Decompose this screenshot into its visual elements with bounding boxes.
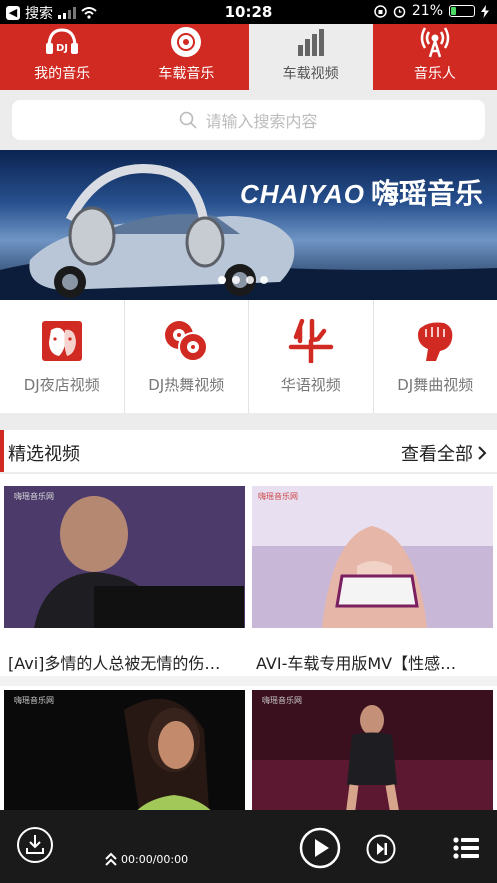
category-label: 华语视频 [280,376,341,394]
video-thumbnail: 嗨瑶音乐网 [4,486,245,628]
battery-icon [449,5,475,17]
search-placeholder: 请输入搜索内容 [205,112,318,131]
video-title: AVI-车载专用版MV【性感… [256,654,457,673]
disc-icon [169,25,203,59]
view-all-link[interactable]: 查看全部 [401,440,487,466]
category-label: DJ夜店视频 [23,376,100,394]
tab-label: 音乐人 [413,66,456,82]
row-divider [0,676,497,686]
category-dj-dance-music-video[interactable]: DJ舞曲视频 [374,300,497,413]
category-dj-club-video[interactable]: DJ夜店视频 [0,300,125,413]
tab-car-music[interactable]: 车载音乐 [124,24,248,90]
view-all-label: 查看全部 [401,444,473,465]
download-icon [17,827,53,863]
alarm-icon [393,5,406,18]
banner-dot[interactable] [218,276,226,284]
banner-brand: CHAIYAO 嗨瑶音乐 [240,172,483,212]
video-title: [Avi]多情的人总被无情的伤… [8,654,221,673]
next-track-button[interactable] [366,834,396,864]
svg-text:嗨瑶音乐网: 嗨瑶音乐网 [258,491,298,501]
section-title: 精选视频 [8,444,80,465]
orientation-lock-icon [374,4,387,18]
tab-my-music[interactable]: DJ 我的音乐 [0,24,124,90]
category-dj-dance-video[interactable]: DJ热舞视频 [125,300,249,413]
banner-dot[interactable] [232,276,240,284]
category-label: DJ舞曲视频 [397,376,474,394]
faces-icon [39,318,85,364]
tab-label: 车载视频 [282,66,339,82]
banner-dot[interactable] [246,276,254,284]
tab-musician[interactable]: 音乐人 [373,24,497,90]
svg-text:嗨瑶音乐网: 嗨瑶音乐网 [14,695,54,705]
search-input[interactable]: 请输入搜索内容 [12,100,485,140]
bar-chart-icon [294,25,328,59]
expand-up-icon [105,852,117,866]
tab-label: 我的音乐 [34,66,91,82]
hua-character-icon [288,318,334,364]
battery-level [451,7,456,15]
tab-car-video[interactable]: 车载视频 [248,24,373,90]
app-screen: ◀ 搜索 10:28 21% DJ 我的音乐 车载音乐 车载视频 音乐人 请输入… [0,0,497,883]
top-tab-bar: DJ 我的音乐 车载音乐 车载视频 音乐人 [0,24,497,90]
play-button[interactable] [299,827,341,869]
search-area: 请输入搜索内容 [0,90,497,150]
status-bar: ◀ 搜索 10:28 21% [0,0,497,24]
svg-text:嗨瑶音乐网: 嗨瑶音乐网 [262,695,302,705]
section-accent-bar [0,430,4,472]
charging-icon [481,4,489,18]
category-row: DJ夜店视频 DJ热舞视频 华语视频 DJ舞曲视频 [0,300,497,413]
svg-text:嗨瑶音乐网: 嗨瑶音乐网 [14,491,54,501]
playlist-icon [453,837,479,859]
fist-icon [412,318,458,364]
svg-text:DJ: DJ [56,43,68,54]
brand-logo-latin: CHAIYAO [240,179,365,209]
search-icon [180,111,198,129]
play-icon [299,827,341,869]
broadcast-icon [418,25,452,59]
banner-dot[interactable] [260,276,268,284]
brand-logo-chinese: 嗨瑶音乐 [370,177,483,210]
music-player-bar: 00:00/00:00 [0,810,497,883]
playlist-button[interactable] [453,836,479,860]
chevron-right-icon [478,446,487,460]
discs-icon [163,318,209,364]
tab-label: 车载音乐 [158,66,215,82]
video-thumbnail: 嗨瑶音乐网 [252,486,493,628]
download-button[interactable] [16,826,54,864]
category-label: DJ热舞视频 [148,376,225,394]
category-chinese-video[interactable]: 华语视频 [249,300,374,413]
time-text: 00:00/00:00 [121,852,189,866]
video-grid: 嗨瑶音乐网 [Avi]多情的人总被无情的伤… 嗨瑶音乐网 AVI-车载专用版MV… [0,474,497,832]
status-right: 21% [374,3,489,19]
battery-percent: 21% [411,3,443,19]
featured-videos-header: 精选视频 查看全部 [0,430,497,472]
playback-time[interactable]: 00:00/00:00 [104,851,188,867]
skip-next-icon [366,834,396,864]
dj-headphones-icon: DJ [45,25,79,59]
